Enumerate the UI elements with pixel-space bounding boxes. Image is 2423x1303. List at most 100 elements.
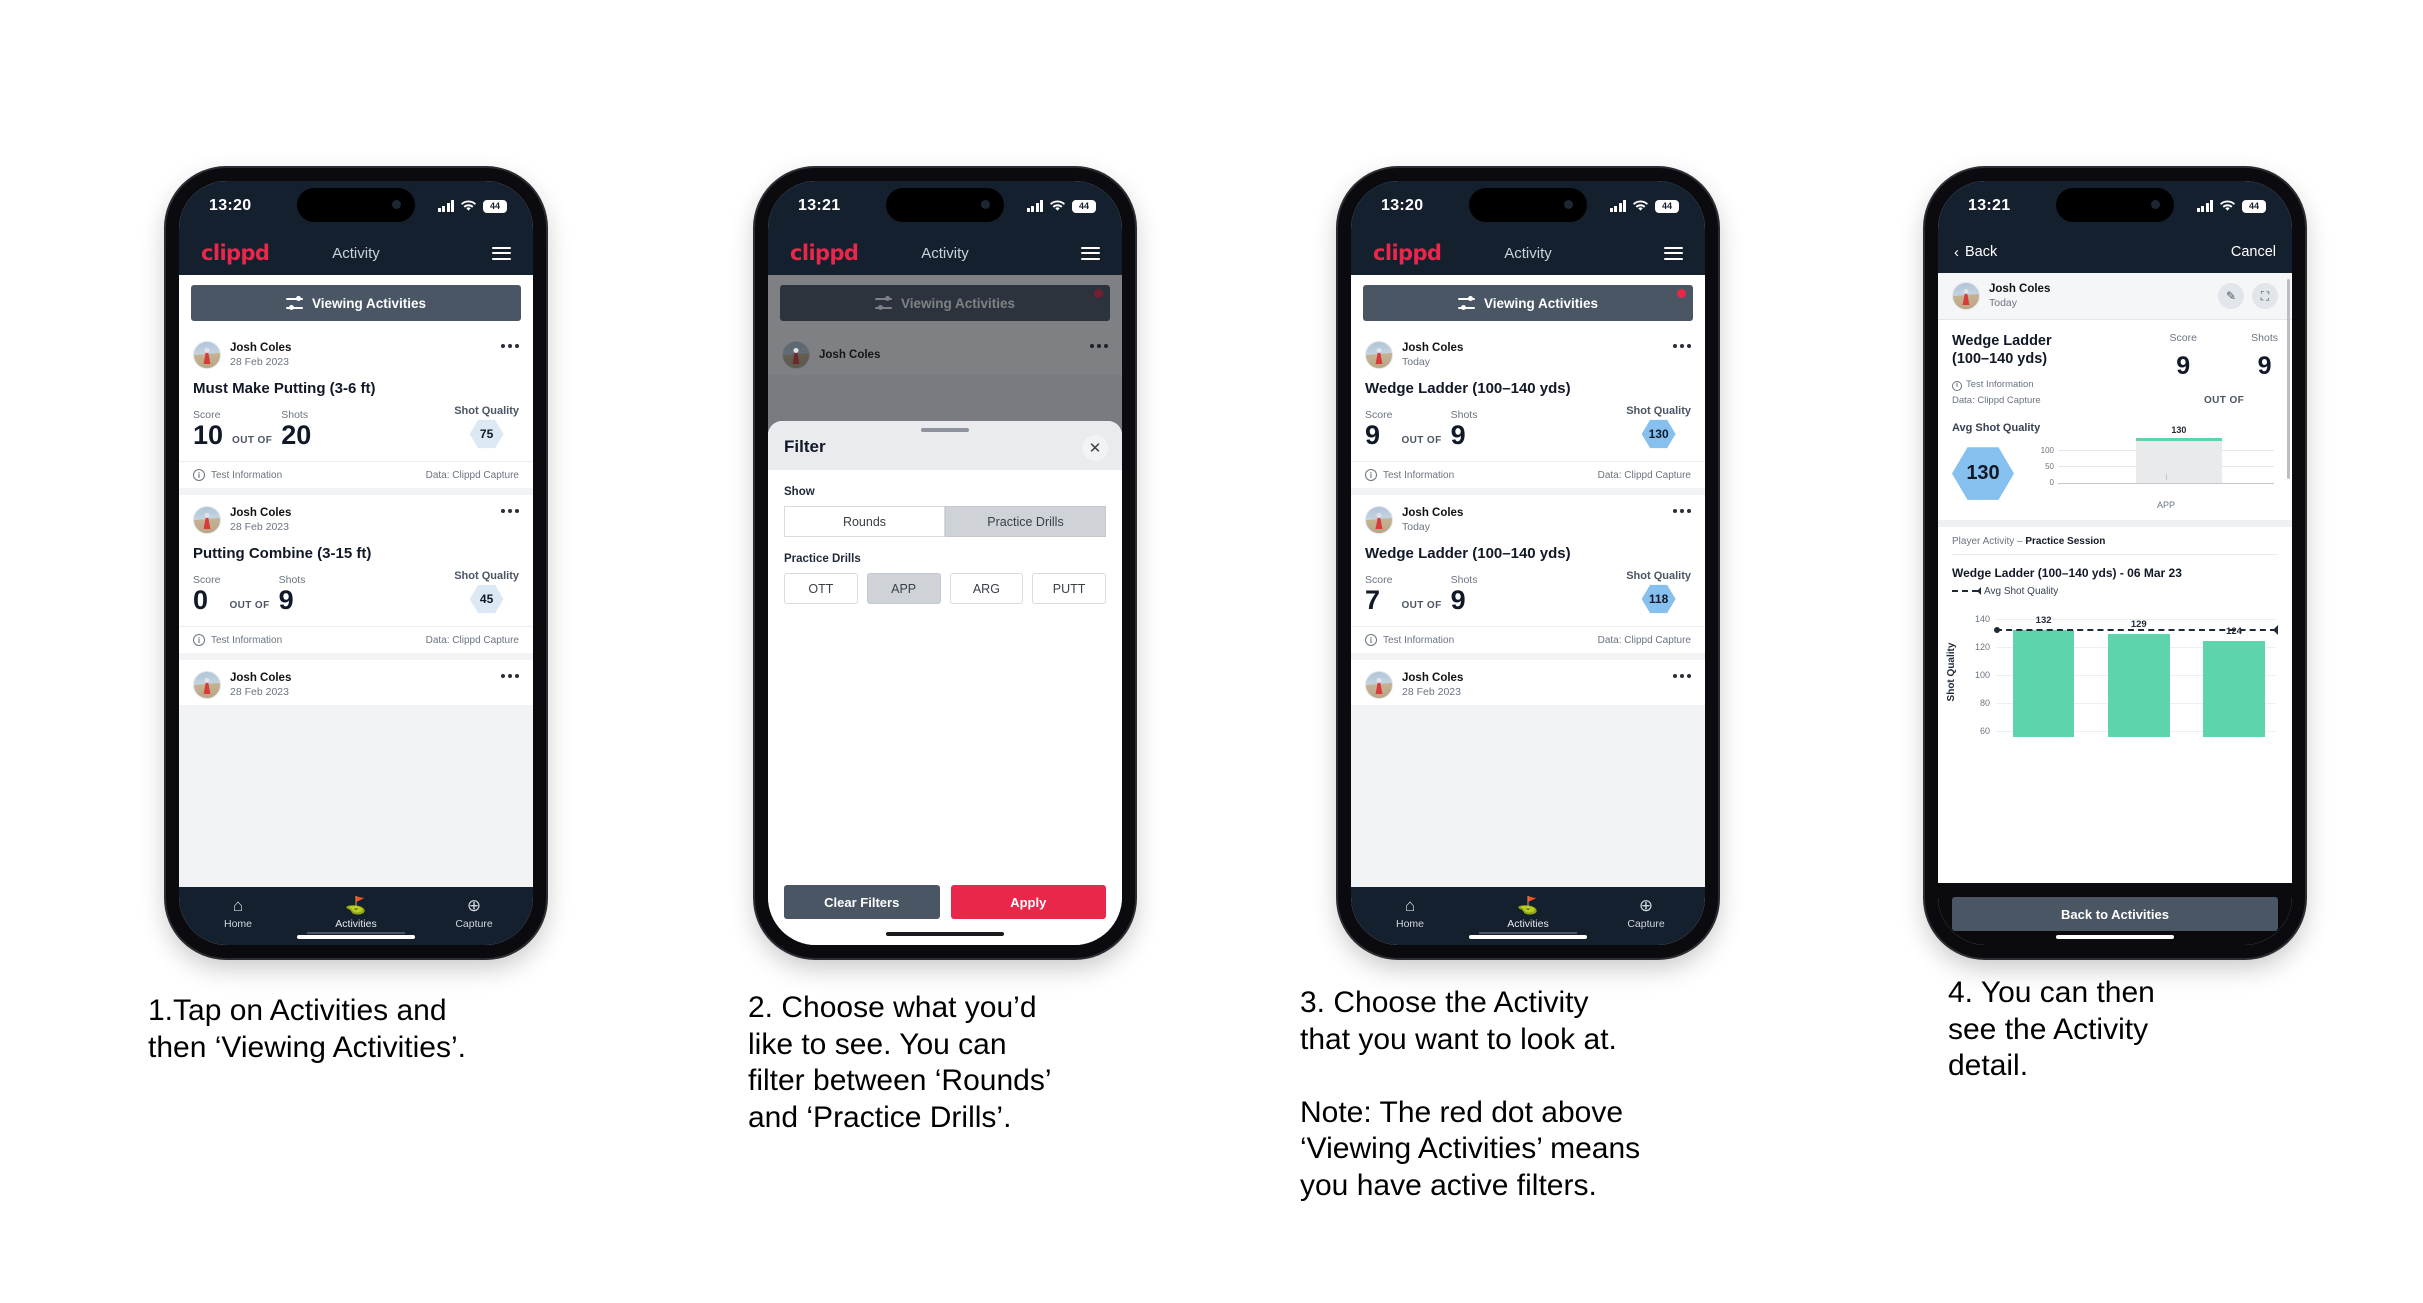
shot-quality-chart-panel: Wedge Ladder (100–140 yds) - 06 Mar 23 A… [1938, 564, 2292, 883]
viewing-activities-button[interactable]: Viewing Activities [1363, 285, 1693, 321]
card-footer: i Test Information Data: Clippd Capture [179, 461, 533, 488]
chip-ott[interactable]: OTT [784, 573, 858, 604]
hamburger-menu-icon[interactable] [492, 246, 511, 260]
test-information[interactable]: i Test Information [193, 634, 282, 646]
back-button[interactable]: ‹ Back [1954, 244, 1997, 261]
chip-app[interactable]: APP [866, 573, 941, 604]
expand-icon[interactable]: ⛶ [2252, 283, 2278, 309]
sheet-grabber[interactable] [921, 428, 969, 432]
score-stat: Score 9 [2170, 332, 2197, 379]
home-indicator [1469, 935, 1587, 939]
tab-capture-label: Capture [1627, 918, 1665, 930]
card-header: Josh Coles Today [1351, 330, 1705, 375]
shots-stat: Shots 9 [1451, 409, 1478, 449]
status-bar-2: 13:21 44 [768, 181, 1122, 231]
battery-indicator: 44 [483, 199, 507, 213]
score-value: 9 [1365, 420, 1381, 450]
viewing-activities-button[interactable]: Viewing Activities [191, 285, 521, 321]
test-information[interactable]: i Test Information [1365, 469, 1454, 481]
info-icon: i [1365, 634, 1377, 646]
more-options-icon[interactable] [1673, 344, 1691, 348]
legend-label: Avg Shot Quality [1984, 585, 2059, 597]
home-indicator [886, 932, 1004, 936]
close-icon[interactable]: ✕ [1082, 435, 1108, 461]
user-name: Josh Coles [1402, 507, 1464, 520]
test-information-label: Test Information [211, 634, 283, 646]
tab-capture[interactable]: ⊕ Capture [415, 896, 533, 930]
segment-rounds[interactable]: Rounds [784, 506, 945, 537]
mini-ytick-50: 50 [2045, 461, 2054, 471]
apply-button[interactable]: Apply [950, 885, 1106, 919]
caption-1: 1.Tap on Activities and then ‘Viewing Ac… [148, 994, 466, 1064]
golf-flag-icon: ⛳ [1517, 896, 1539, 915]
sliders-icon [1457, 296, 1475, 311]
activity-card[interactable]: Josh Coles 28 Feb 2023 [1351, 660, 1705, 705]
phone-3-filtered-activities: 13:20 44 clippd Activity Viewing Activit… [1338, 168, 1718, 958]
user-name: Josh Coles [1402, 672, 1464, 685]
shots-label: Shots [2251, 332, 2278, 344]
activity-card[interactable]: Josh Coles 28 Feb 2023 Putting Combine (… [179, 495, 533, 653]
activity-date: 28 Feb 2023 [1402, 685, 1461, 698]
card-user: Josh Coles 28 Feb 2023 [230, 506, 291, 534]
clear-filters-button[interactable]: Clear Filters [784, 885, 940, 919]
tab-activities-label: Activities [335, 918, 377, 930]
viewing-activities-label: Viewing Activities [311, 295, 427, 311]
shot-quality-stat: Shot Quality 45 [454, 570, 519, 614]
home-indicator [297, 935, 415, 939]
activity-card[interactable]: Josh Coles Today Wedge Ladder (100–140 y… [1351, 495, 1705, 653]
pencil-icon[interactable]: ✎ [2218, 283, 2244, 309]
mini-bar-app [2135, 437, 2223, 483]
activity-date: 28 Feb 2023 [230, 355, 289, 368]
score-value: 9 [2176, 352, 2191, 380]
detail-summary: Wedge Ladder (100–140 yds) i Test Informa… [1938, 320, 2292, 420]
more-options-icon[interactable] [1673, 674, 1691, 678]
chip-arg[interactable]: ARG [949, 573, 1024, 604]
status-indicators: 44 [437, 199, 507, 213]
activity-date: Today [1989, 296, 2018, 309]
data-source-label: Data: Clippd Capture [1952, 395, 2041, 407]
tab-home[interactable]: ⌂ Home [1351, 896, 1469, 930]
scrollbar[interactable] [2287, 279, 2290, 479]
screen-2: 13:21 44 clippd Activity Viewing Activit… [768, 181, 1122, 945]
more-options-icon[interactable] [501, 344, 519, 348]
out-of-label: OUT OF [232, 435, 273, 446]
card-footer: i Test Information Data: Clippd Capture [1351, 626, 1705, 653]
tab-home[interactable]: ⌂ Home [179, 896, 297, 930]
card-header: Josh Coles 28 Feb 2023 [1351, 660, 1705, 705]
data-source-label: Data: Clippd Capture [425, 634, 519, 646]
hamburger-menu-icon[interactable] [1664, 246, 1683, 260]
chip-putt[interactable]: PUTT [1032, 573, 1106, 604]
card-header: Josh Coles Today [1351, 495, 1705, 540]
tab-capture[interactable]: ⊕ Capture [1587, 896, 1705, 930]
tab-activities[interactable]: ⛳ Activities [297, 896, 415, 930]
score-stat: Score 7 [1365, 574, 1392, 614]
back-to-activities-button[interactable]: Back to Activities [1952, 897, 2278, 931]
shot-quality-badge: 118 [1641, 584, 1676, 614]
more-options-icon[interactable] [501, 509, 519, 513]
more-options-icon[interactable] [501, 674, 519, 678]
clippd-logo[interactable]: clippd [790, 241, 859, 265]
score-label: Score [2169, 332, 2197, 344]
activity-card[interactable]: Josh Coles 28 Feb 2023 [179, 660, 533, 705]
x-tick [2166, 473, 2167, 480]
phone-2-filter-sheet: 13:21 44 clippd Activity Viewing Activit… [755, 168, 1135, 958]
activity-date: 28 Feb 2023 [230, 685, 289, 698]
segment-practice-drills[interactable]: Practice Drills [945, 506, 1106, 537]
dynamic-island [886, 188, 1004, 222]
cancel-button[interactable]: Cancel [2231, 244, 2276, 260]
activity-card[interactable]: Josh Coles 28 Feb 2023 Must Make Putting… [179, 330, 533, 488]
clippd-logo[interactable]: clippd [201, 241, 270, 265]
tab-activities[interactable]: ⛳ Activities [1469, 896, 1587, 930]
test-information[interactable]: i Test Information [1952, 377, 2080, 393]
activity-card[interactable]: Josh Coles Today Wedge Ladder (100–140 y… [1351, 330, 1705, 488]
battery-indicator: 44 [1655, 199, 1679, 213]
hamburger-menu-icon[interactable] [1081, 246, 1100, 260]
shot-quality-label: Shot Quality [1626, 570, 1691, 582]
test-information[interactable]: i Test Information [1365, 634, 1454, 646]
clippd-logo[interactable]: clippd [1373, 241, 1442, 265]
status-time: 13:21 [798, 197, 841, 214]
test-information[interactable]: i Test Information [193, 469, 282, 481]
card-user: Josh Coles Today [1402, 506, 1463, 534]
mini-chart-plot: 130 [2058, 425, 2274, 494]
more-options-icon[interactable] [1673, 509, 1691, 513]
